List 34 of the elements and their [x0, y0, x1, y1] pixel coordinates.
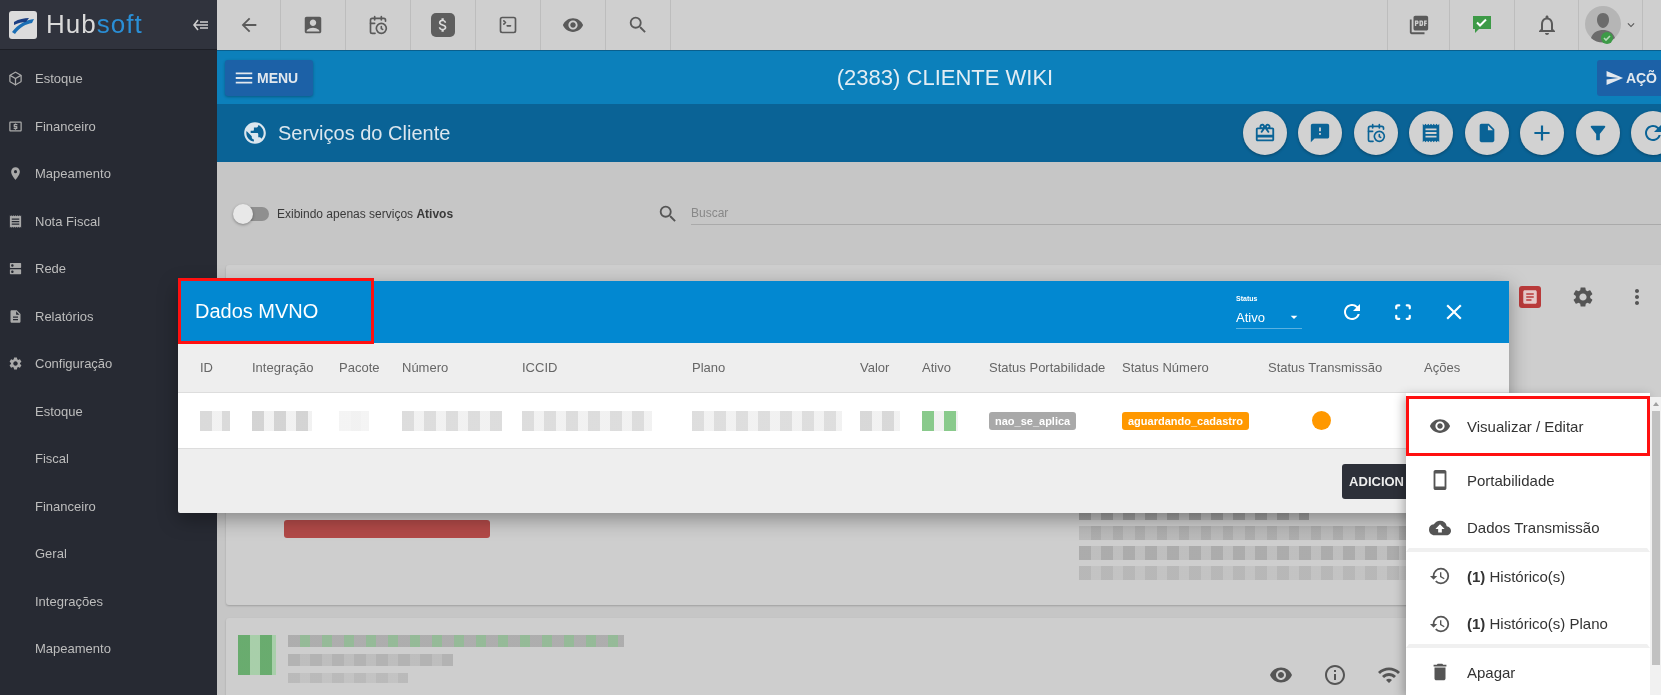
dialog-title: Dados MVNO — [178, 278, 374, 344]
sidebar-item[interactable]: Nota Fiscal — [0, 197, 217, 245]
column-header: Integração — [251, 360, 315, 375]
menu-item[interactable]: Portabilidade — [1406, 456, 1650, 504]
sidebar-subitem[interactable]: Integrações — [0, 577, 217, 625]
menu-item[interactable]: Apagar — [1406, 648, 1650, 695]
actions-button[interactable]: AÇÕ — [1597, 59, 1661, 96]
column-header: ID — [199, 360, 214, 375]
menu-item[interactable]: (1) Histórico(s) — [1406, 552, 1650, 600]
menu-button[interactable]: MENU — [225, 59, 313, 96]
sidebar-subitem[interactable]: Geral — [0, 530, 217, 578]
status-badge: aguardando_cadastro — [1122, 411, 1249, 430]
column-header: ICCID — [521, 360, 559, 375]
sidebar-item[interactable]: Financeiro — [0, 102, 217, 150]
add-button[interactable]: ADICION — [1342, 463, 1406, 499]
column-header: Status Transmissão — [1267, 360, 1384, 375]
search-field[interactable]: Buscar — [691, 202, 1661, 225]
sidebar-subitem[interactable]: Mapeamento — [0, 625, 217, 673]
column-header: Valor — [859, 360, 891, 375]
column-header: Número — [401, 360, 450, 375]
column-header: Ativo — [921, 360, 952, 375]
column-header: Status Número — [1121, 360, 1210, 375]
column-header: Pacote — [338, 360, 381, 375]
column-header: Plano — [691, 360, 727, 375]
toggle-label: Exibindo apenas serviços Ativos — [277, 206, 455, 221]
status-badge: nao_se_aplica — [989, 411, 1077, 430]
sidebar-item[interactable]: Mapeamento — [0, 150, 217, 198]
menu-item[interactable]: Visualizar / Editar — [1406, 396, 1650, 456]
column-header: Status Portabilidade — [988, 360, 1107, 375]
client-title: (2383) CLIENTE WIKI — [835, 64, 1055, 91]
section-title: Serviços do Cliente — [278, 121, 452, 145]
logo-text: Hubsoft — [46, 9, 144, 40]
sidebar-item[interactable]: Estoque — [0, 55, 217, 103]
column-header: Ações — [1423, 360, 1462, 375]
